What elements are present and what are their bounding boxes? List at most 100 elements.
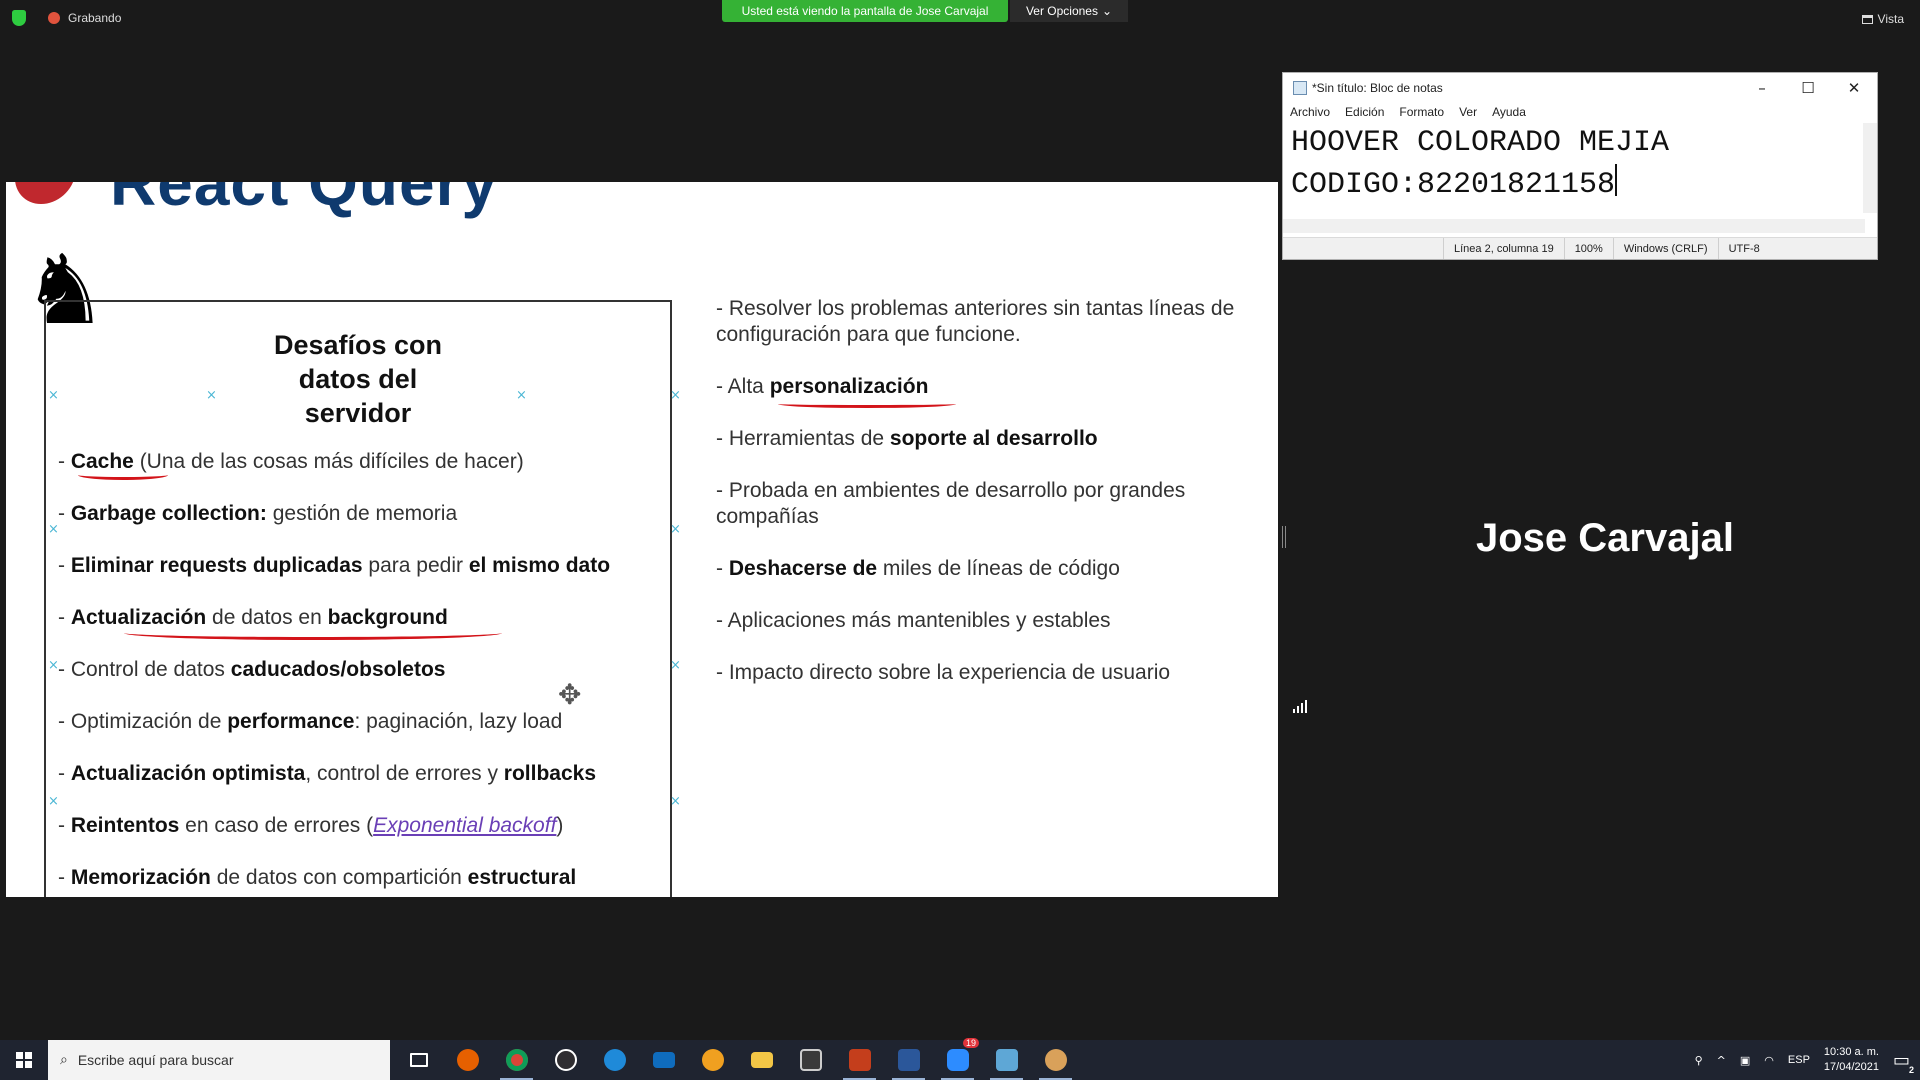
notification-center-button[interactable]: ▭ 2 (1893, 1050, 1916, 1075)
recording-indicator: Grabando (12, 10, 121, 26)
selection-handle-icon: × (48, 794, 59, 809)
obs-icon[interactable] (541, 1040, 590, 1080)
start-button[interactable] (0, 1040, 48, 1080)
close-icon[interactable]: ✕ (1831, 73, 1877, 103)
chrome-icon[interactable] (492, 1040, 541, 1080)
chevron-down-icon: ⌄ (1101, 4, 1113, 18)
benefit-item: - Herramientas de soporte al desarrollo (716, 427, 1098, 450)
item-text: para pedir (362, 554, 469, 577)
benefit-item: - Deshacerse de miles de líneas de códig… (716, 557, 1120, 580)
device-icon[interactable]: ▣ (1740, 1054, 1750, 1067)
powerpoint-icon[interactable] (835, 1040, 884, 1080)
view-mode-button[interactable]: Vista (1861, 12, 1904, 26)
panel-resize-handle[interactable] (1282, 526, 1286, 548)
viewing-screen-banner: Usted está viendo la pantalla de Jose Ca… (722, 0, 1008, 22)
item-bold: el mismo dato (468, 554, 611, 577)
challenge-item-memoization: - Memorización de datos con compartición… (58, 866, 577, 889)
red-underline-annotation (78, 470, 168, 480)
selection-handle-icon: × (670, 794, 681, 809)
item-text: gestión de memoria (266, 502, 458, 525)
item-text: (Una de las cosas más difíciles de hacer… (133, 450, 524, 473)
firefox-icon[interactable] (443, 1040, 492, 1080)
notepad-window[interactable]: *Sin título: Bloc de notas – ☐ ✕ Archivo… (1282, 72, 1878, 260)
search-icon: ⌕ (60, 1052, 68, 1068)
item-text: en caso de errores ( (179, 814, 374, 837)
item-bold: caducados/obsoletos (230, 658, 446, 681)
selection-handle-icon: × (48, 388, 59, 403)
notepad-menu-bar: Archivo Edición Formato Ver Ayuda (1283, 103, 1877, 121)
status-zoom: 100% (1563, 238, 1613, 259)
system-tray: ⚲ ^ ▣ ◠ ESP 10:30 a. m. 17/04/2021 ▭ 2 (1695, 1040, 1920, 1080)
item-bold: soporte al desarrollo (889, 427, 1098, 450)
item-text: Control de datos (70, 658, 231, 681)
challenge-item-performance: - Optimización de performance: paginació… (58, 710, 563, 733)
notepad-line: CODIGO:82201821158 (1291, 168, 1616, 202)
selection-handle-icon: × (516, 388, 527, 403)
notepad-icon (1293, 81, 1307, 95)
wifi-icon[interactable]: ◠ (1764, 1054, 1774, 1067)
menu-item-formato[interactable]: Formato (1399, 105, 1444, 119)
view-mode-label: Vista (1877, 12, 1904, 26)
challenge-item-garbage: - Garbage collection: gestión de memoria (58, 502, 458, 525)
item-bold: Eliminar requests duplicadas (70, 554, 363, 577)
selection-handle-icon: × (48, 658, 59, 673)
app-orange-icon[interactable] (688, 1040, 737, 1080)
taskbar-clock[interactable]: 10:30 a. m. 17/04/2021 (1824, 1045, 1879, 1075)
chevron-up-icon[interactable]: ^ (1717, 1054, 1726, 1067)
file-explorer-icon[interactable] (737, 1040, 786, 1080)
status-eol: Windows (CRLF) (1612, 238, 1718, 259)
maximize-icon[interactable]: ☐ (1785, 73, 1831, 103)
exponential-backoff-link[interactable]: Exponential backoff (373, 814, 556, 837)
text-caret (1615, 164, 1618, 196)
red-underline-annotation (124, 626, 502, 640)
item-text: Resolver los problemas anteriores sin ta… (716, 297, 1235, 346)
recording-label: Grabando (68, 11, 122, 25)
zoom-icon[interactable]: 19 (933, 1038, 982, 1080)
taskbar-apps: 19 (394, 1038, 1080, 1080)
mail-icon[interactable] (639, 1040, 688, 1080)
challenges-title-line: datos del (298, 364, 418, 394)
item-bold: Actualización optimista (70, 762, 306, 785)
zoom-top-bar: Grabando Usted está viendo la pantalla d… (0, 0, 1920, 40)
slide-header-title: React Query (110, 182, 499, 219)
item-text: ) (556, 814, 564, 837)
word-icon[interactable] (884, 1040, 933, 1080)
horizontal-scrollbar[interactable] (1283, 219, 1865, 233)
connection-signal-icon (1293, 700, 1307, 713)
clock-time: 10:30 a. m. (1823, 1046, 1879, 1058)
item-text: Optimización de (70, 710, 228, 733)
task-view-icon[interactable] (394, 1040, 443, 1080)
security-shield-icon[interactable] (12, 10, 26, 26)
minimize-icon[interactable]: – (1739, 73, 1785, 103)
people-icon[interactable]: ⚲ (1695, 1054, 1703, 1067)
view-options-button[interactable]: Ver Opciones ⌄ (1010, 0, 1128, 22)
menu-item-edicion[interactable]: Edición (1345, 105, 1384, 119)
taskbar-search-box[interactable]: ⌕ Escribe aquí para buscar (48, 1040, 390, 1080)
store-icon[interactable] (786, 1040, 835, 1080)
item-text: de datos con compartición (210, 866, 468, 889)
notepad-title-bar[interactable]: *Sin título: Bloc de notas – ☐ ✕ (1283, 73, 1877, 103)
selection-handle-icon: × (670, 388, 681, 403)
item-text: Probada en ambientes de desarrollo por g… (716, 479, 1186, 528)
benefit-item: - Probada en ambientes de desarrollo por… (716, 479, 1186, 528)
windows-logo-icon (16, 1052, 32, 1068)
zoom-badge: 19 (963, 1038, 980, 1048)
language-indicator[interactable]: ESP (1788, 1054, 1810, 1066)
challenges-box: Desafíos con datos del servidor - Cache … (44, 300, 672, 897)
item-bold: personalización (769, 375, 929, 398)
search-placeholder: Escribe aquí para buscar (77, 1052, 234, 1068)
menu-item-ver[interactable]: Ver (1459, 105, 1477, 119)
item-text: Herramientas de (728, 427, 890, 450)
status-position: Línea 2, columna 19 (1443, 238, 1564, 259)
app-blue-icon[interactable] (982, 1040, 1031, 1080)
move-cursor-icon: ✥ (558, 678, 582, 711)
paint-icon[interactable] (1031, 1040, 1080, 1080)
gallery-view-icon (1861, 14, 1873, 24)
red-underline-annotation (778, 400, 956, 408)
menu-item-archivo[interactable]: Archivo (1290, 105, 1330, 119)
edge-icon[interactable] (590, 1040, 639, 1080)
vertical-scrollbar[interactable] (1863, 123, 1877, 213)
notepad-text-area[interactable]: HOOVER COLORADO MEJIA CODIGO:82201821158 (1291, 123, 1861, 206)
menu-item-ayuda[interactable]: Ayuda (1492, 105, 1526, 119)
item-bold: rollbacks (503, 762, 597, 785)
